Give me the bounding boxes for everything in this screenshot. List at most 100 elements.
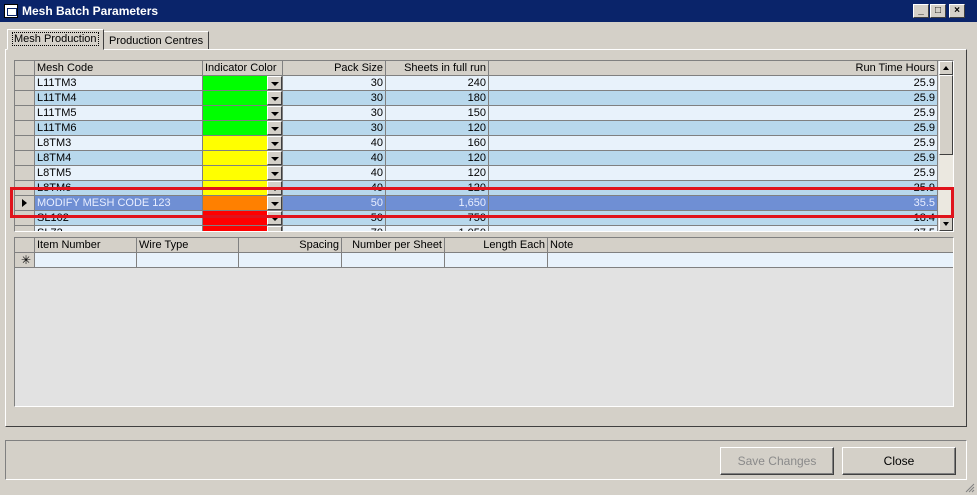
table-row[interactable]: L11TM5 30 150 25.9 (15, 106, 938, 121)
pack-size-cell[interactable]: 70 (283, 226, 386, 231)
tab-mesh-production[interactable]: Mesh Production (7, 29, 104, 50)
run-time-hours-cell[interactable]: 25.9 (489, 136, 938, 151)
scroll-thumb[interactable] (939, 75, 953, 155)
chevron-down-icon[interactable] (267, 91, 282, 105)
mesh-code-cell[interactable]: SL72 (35, 226, 203, 231)
column-header-indicator-color[interactable]: Indicator Color (203, 61, 283, 76)
sheets-cell[interactable]: 1,050 (386, 226, 489, 231)
pack-size-cell[interactable]: 30 (283, 121, 386, 136)
close-button[interactable]: Close (842, 447, 956, 475)
column-header-length-each[interactable]: Length Each (445, 238, 548, 253)
mesh-code-cell[interactable]: L11TM4 (35, 91, 203, 106)
table-row[interactable]: L8TM5 40 120 25.9 (15, 166, 938, 181)
row-selector[interactable] (15, 166, 35, 181)
mesh-code-cell[interactable]: L11TM3 (35, 76, 203, 91)
run-time-hours-cell[interactable]: 27.5 (489, 226, 938, 231)
row-selector[interactable] (15, 106, 35, 121)
close-window-button[interactable]: × (949, 4, 965, 18)
color-swatch (203, 76, 267, 90)
window-title-bar[interactable]: Mesh Batch Parameters _ □ × (0, 0, 977, 22)
table-row[interactable]: L11TM4 30 180 25.9 (15, 91, 938, 106)
table-row[interactable]: SL72 701,05027.5 (15, 226, 938, 231)
new-note-cell[interactable] (548, 253, 953, 268)
new-spacing-cell[interactable] (239, 253, 342, 268)
indicator-color-cell[interactable] (203, 91, 283, 106)
scroll-down-button[interactable] (939, 217, 953, 231)
column-header-spacing[interactable]: Spacing (239, 238, 342, 253)
run-time-hours-cell[interactable]: 25.9 (489, 151, 938, 166)
indicator-color-cell[interactable] (203, 166, 283, 181)
item-grid-header: Item Number Wire Type Spacing Number per… (15, 238, 953, 253)
new-number-per-sheet-cell[interactable] (342, 253, 445, 268)
table-row[interactable]: L8TM4 40 120 25.9 (15, 151, 938, 166)
run-time-hours-cell[interactable]: 25.9 (489, 76, 938, 91)
chevron-down-icon[interactable] (267, 121, 282, 135)
chevron-down-icon[interactable] (267, 226, 282, 231)
run-time-hours-cell[interactable]: 25.9 (489, 91, 938, 106)
row-selector[interactable] (15, 91, 35, 106)
sheets-cell[interactable]: 120 (386, 121, 489, 136)
indicator-color-cell[interactable] (203, 76, 283, 91)
new-item-row[interactable]: ✳ (15, 253, 953, 268)
color-swatch (203, 166, 267, 180)
chevron-down-icon[interactable] (267, 151, 282, 165)
sheets-cell[interactable]: 120 (386, 166, 489, 181)
new-row-selector[interactable]: ✳ (15, 253, 35, 268)
column-header-pack-size[interactable]: Pack Size (283, 61, 386, 76)
scroll-up-button[interactable] (939, 61, 953, 75)
mesh-code-cell[interactable]: L8TM3 (35, 136, 203, 151)
chevron-down-icon[interactable] (267, 106, 282, 120)
indicator-color-cell[interactable] (203, 136, 283, 151)
row-selector[interactable] (15, 76, 35, 91)
column-header-number-per-sheet[interactable]: Number per Sheet (342, 238, 445, 253)
pack-size-cell[interactable]: 40 (283, 166, 386, 181)
row-selector[interactable] (15, 151, 35, 166)
run-time-hours-cell[interactable]: 25.9 (489, 106, 938, 121)
sheets-cell[interactable]: 150 (386, 106, 489, 121)
sheets-cell[interactable]: 120 (386, 151, 489, 166)
new-item-number-cell[interactable] (35, 253, 137, 268)
resize-grip-icon[interactable] (965, 483, 975, 493)
tab-production-centres[interactable]: Production Centres (103, 31, 210, 50)
mesh-code-cell[interactable]: L8TM4 (35, 151, 203, 166)
column-header-item-number[interactable]: Item Number (35, 238, 137, 253)
mesh-code-cell[interactable]: L11TM6 (35, 121, 203, 136)
chevron-down-icon[interactable] (267, 136, 282, 150)
tab-label: Mesh Production (12, 32, 99, 46)
new-wire-type-cell[interactable] (137, 253, 239, 268)
mesh-code-cell[interactable]: L11TM5 (35, 106, 203, 121)
new-length-each-cell[interactable] (445, 253, 548, 268)
pack-size-cell[interactable]: 30 (283, 106, 386, 121)
pack-size-cell[interactable]: 40 (283, 136, 386, 151)
sheets-cell[interactable]: 160 (386, 136, 489, 151)
table-row[interactable]: L8TM3 40 160 25.9 (15, 136, 938, 151)
sheets-cell[interactable]: 180 (386, 91, 489, 106)
indicator-color-cell[interactable] (203, 106, 283, 121)
chevron-down-icon[interactable] (267, 166, 282, 180)
pack-size-cell[interactable]: 30 (283, 76, 386, 91)
save-changes-button[interactable]: Save Changes (720, 447, 834, 475)
column-header-run-time-hours[interactable]: Run Time Hours (489, 61, 938, 76)
chevron-down-icon[interactable] (267, 76, 282, 90)
row-selector[interactable] (15, 226, 35, 231)
run-time-hours-cell[interactable]: 25.9 (489, 166, 938, 181)
mesh-code-cell[interactable]: L8TM5 (35, 166, 203, 181)
table-row[interactable]: L11TM6 30 120 25.9 (15, 121, 938, 136)
sheets-cell[interactable]: 240 (386, 76, 489, 91)
row-selector[interactable] (15, 136, 35, 151)
maximize-button[interactable]: □ (930, 4, 946, 18)
column-header-sheets-in-full-run[interactable]: Sheets in full run (386, 61, 489, 76)
column-header-note[interactable]: Note (548, 238, 953, 253)
indicator-color-cell[interactable] (203, 226, 283, 231)
table-row[interactable]: L11TM3 30 240 25.9 (15, 76, 938, 91)
indicator-color-cell[interactable] (203, 121, 283, 136)
run-time-hours-cell[interactable]: 25.9 (489, 121, 938, 136)
item-grid[interactable]: Item Number Wire Type Spacing Number per… (14, 237, 954, 407)
row-selector[interactable] (15, 121, 35, 136)
pack-size-cell[interactable]: 40 (283, 151, 386, 166)
column-header-mesh-code[interactable]: Mesh Code (35, 61, 203, 76)
minimize-button[interactable]: _ (913, 4, 929, 18)
column-header-wire-type[interactable]: Wire Type (137, 238, 239, 253)
indicator-color-cell[interactable] (203, 151, 283, 166)
pack-size-cell[interactable]: 30 (283, 91, 386, 106)
